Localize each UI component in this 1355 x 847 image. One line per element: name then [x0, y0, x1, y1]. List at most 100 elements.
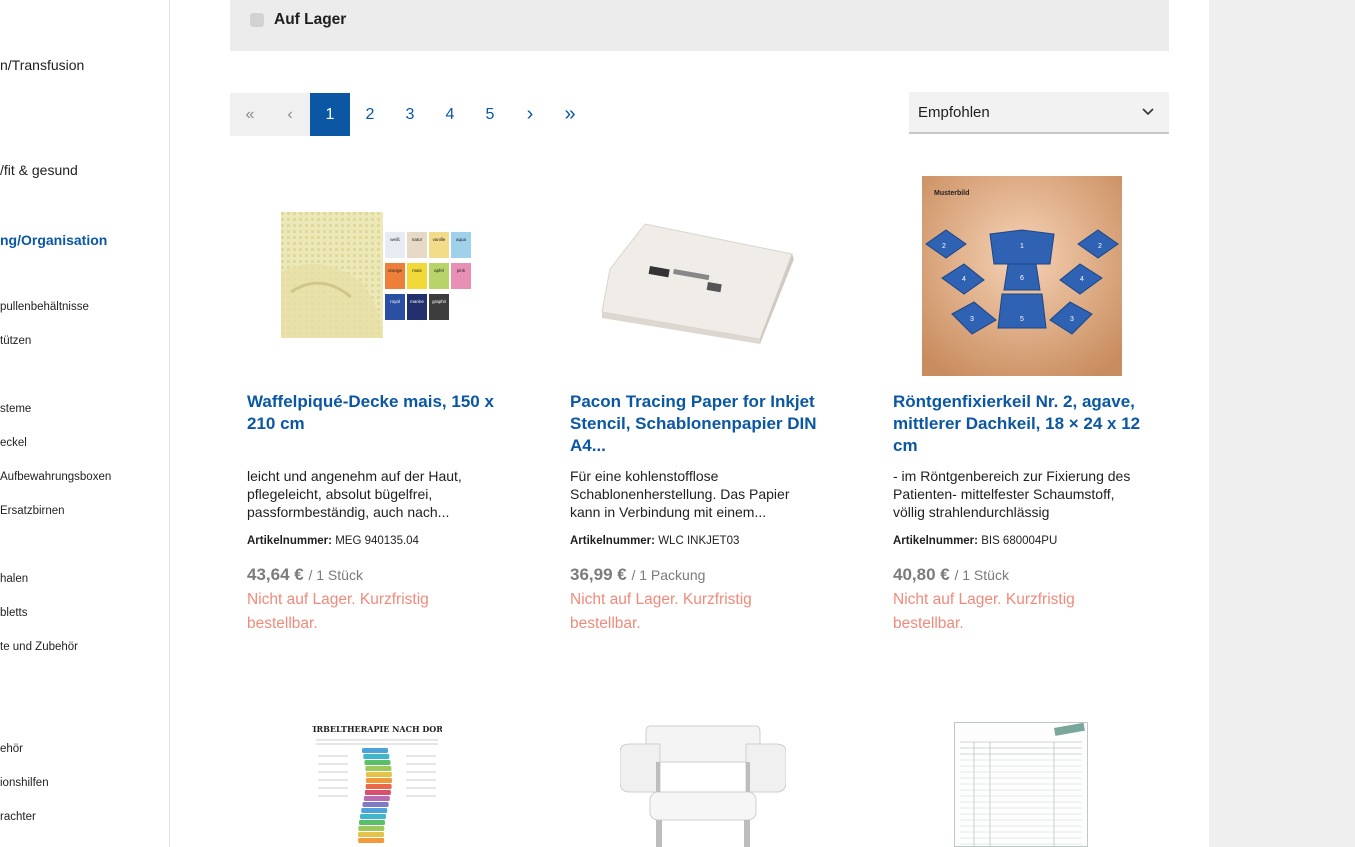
sort-select[interactable]: Empfohlen — [909, 92, 1169, 134]
sidebar-subitem-tabletts[interactable]: bletts — [0, 607, 28, 619]
svg-text:3: 3 — [1070, 316, 1074, 323]
svg-text:5: 5 — [1020, 316, 1024, 323]
product-image-poster[interactable]: WIRBELTHERAPIE NACH DORN — [312, 722, 442, 847]
sidebar-item-fit-gesund[interactable]: /fit & gesund — [0, 162, 78, 178]
product-price: 43,64 € / 1 Stück — [247, 565, 363, 584]
sort-selected-label: Empfohlen — [918, 103, 990, 121]
product-title-link[interactable]: Pacon Tracing Paper for Inkjet Stencil, … — [570, 391, 832, 457]
svg-text:Musterbild: Musterbild — [934, 190, 969, 197]
stock-status: Nicht auf Lager. Kurzfristig bestellbar. — [247, 591, 429, 632]
color-swatch — [407, 294, 427, 320]
vertebra-shape — [358, 832, 385, 837]
sidebar-subitem-betrachter[interactable]: rachter — [0, 811, 36, 823]
product-article-number: Artikelnummer: WLC INKJET03 — [570, 535, 740, 547]
pagination-page-5[interactable]: 5 — [470, 93, 510, 136]
product-image-form[interactable] — [954, 722, 1088, 847]
sidebar-subitem-systeme[interactable]: steme — [0, 403, 31, 415]
product-description: - im Röntgenbereich zur Fixierung des Pa… — [893, 468, 1131, 520]
pagination-page-3[interactable]: 3 — [390, 93, 430, 136]
swatch-label: pink — [457, 268, 466, 273]
pagination-first-button[interactable]: « — [230, 93, 270, 136]
swatch-label: aqua — [456, 237, 467, 242]
svg-text:3: 3 — [970, 316, 974, 323]
color-swatch — [429, 263, 449, 289]
svg-text:6: 6 — [1020, 275, 1024, 282]
color-swatch — [429, 232, 449, 258]
sidebar-item-organisation[interactable]: ng/Organisation — [0, 232, 107, 248]
vertebra-shape — [361, 808, 388, 813]
swatch-label: apfel — [434, 268, 444, 273]
product-image-wedges[interactable]: Musterbild 1 2 2 4 4 6 5 3 3 — [922, 176, 1122, 376]
category-sidebar: n/Transfusion /fit & gesund ng/Organisat… — [0, 0, 170, 847]
vertebra-shape — [358, 820, 385, 825]
vertebra-shape — [365, 784, 392, 789]
pagination-page-1[interactable]: 1 — [310, 93, 350, 136]
sidebar-item-transfusion[interactable]: n/Transfusion — [0, 57, 84, 73]
color-swatch — [407, 263, 427, 289]
in-stock-checkbox[interactable] — [250, 13, 264, 27]
svg-text:4: 4 — [962, 276, 966, 283]
vertebra-shape — [364, 760, 391, 765]
vertebra-shape — [359, 814, 386, 819]
sidebar-subitem-ampullenbehaeltnisse[interactable]: pullenbehältnisse — [0, 301, 89, 313]
chevron-down-icon — [1142, 108, 1154, 116]
page-gutter — [1209, 0, 1355, 847]
swatch-label: natur — [412, 237, 423, 242]
sidebar-subitem-zubehoer-2[interactable]: ehör — [0, 743, 23, 755]
vertebra-shape — [358, 838, 385, 843]
sidebar-subitem-deckel[interactable]: eckel — [0, 437, 27, 449]
color-swatch — [385, 232, 405, 258]
color-swatch — [451, 263, 471, 289]
color-swatch — [407, 232, 427, 258]
pagination-last-button[interactable]: » — [550, 93, 590, 136]
svg-text:2: 2 — [1098, 243, 1102, 250]
swatch-label: graphit — [432, 299, 447, 304]
product-description: Für eine kohlenstofflose Schablonenherst… — [570, 468, 790, 520]
product-article-number: Artikelnummer: MEG 940135.04 — [247, 535, 419, 547]
color-swatch — [385, 263, 405, 289]
product-image-chair[interactable] — [620, 722, 786, 847]
sidebar-subitem-hilfen[interactable]: ionshilfen — [0, 777, 49, 789]
pagination-prev-button[interactable]: ‹ — [270, 93, 310, 136]
vertebra-shape — [364, 790, 391, 795]
product-title-link[interactable]: Röntgenfixierkeil Nr. 2, agave, mittlere… — [893, 391, 1155, 457]
in-stock-label[interactable]: Auf Lager — [274, 11, 346, 29]
color-swatch — [429, 294, 449, 320]
sidebar-subitem-aufbewahrungsboxen[interactable]: Aufbewahrungsboxen — [0, 471, 111, 483]
product-image-paper[interactable] — [600, 214, 796, 344]
product-image-blanket[interactable]: weiß natur vanille aqua orange mais apfel pink r… — [281, 212, 473, 338]
vertebra-shape — [363, 796, 390, 801]
swatch-label: weiß — [390, 237, 400, 242]
svg-text:2: 2 — [942, 243, 946, 250]
vertebra-shape — [362, 802, 389, 807]
svg-text:4: 4 — [1080, 276, 1084, 283]
vertebra-shape — [365, 766, 392, 771]
stock-status: Nicht auf Lager. Kurzfristig bestellbar. — [570, 591, 752, 632]
color-swatch — [451, 232, 471, 258]
product-price: 40,80 € / 1 Stück — [893, 565, 1009, 584]
swatch-label: royal — [390, 299, 400, 304]
vertebra-shape — [362, 748, 388, 753]
swatch-label: vanille — [433, 237, 446, 242]
product-description: leicht und angenehm auf der Haut, pflege… — [247, 468, 462, 520]
product-article-number: Artikelnummer: BIS 680004PU — [893, 535, 1058, 547]
swatch-label: mais — [412, 268, 422, 273]
sidebar-subitem-zubehoer[interactable]: te und Zubehör — [0, 641, 78, 653]
vertebra-shape — [358, 826, 385, 831]
vertebra-shape — [365, 772, 392, 777]
product-title-link[interactable]: Waffelpiqué-Decke mais, 150 x 210 cm — [247, 391, 509, 435]
pagination-page-4[interactable]: 4 — [430, 93, 470, 136]
svg-text:1: 1 — [1020, 243, 1024, 250]
sidebar-subitem-stuetzen[interactable]: tützen — [0, 335, 31, 347]
swatch-label: marine — [410, 299, 424, 304]
stock-status: Nicht auf Lager. Kurzfristig bestellbar. — [893, 591, 1075, 632]
svg-text:WIRBELTHERAPIE NACH DORN: WIRBELTHERAPIE NACH DORN — [312, 724, 442, 734]
sidebar-subitem-ersatzbirnen[interactable]: Ersatzbirnen — [0, 505, 65, 517]
pagination-page-2[interactable]: 2 — [350, 93, 390, 136]
color-swatch — [385, 294, 405, 320]
vertebra-shape — [363, 754, 390, 759]
pagination-next-button[interactable]: › — [510, 93, 550, 136]
swatch-label: orange — [388, 268, 403, 273]
sidebar-subitem-schalen[interactable]: halen — [0, 573, 28, 585]
filter-bar — [230, 0, 1169, 51]
